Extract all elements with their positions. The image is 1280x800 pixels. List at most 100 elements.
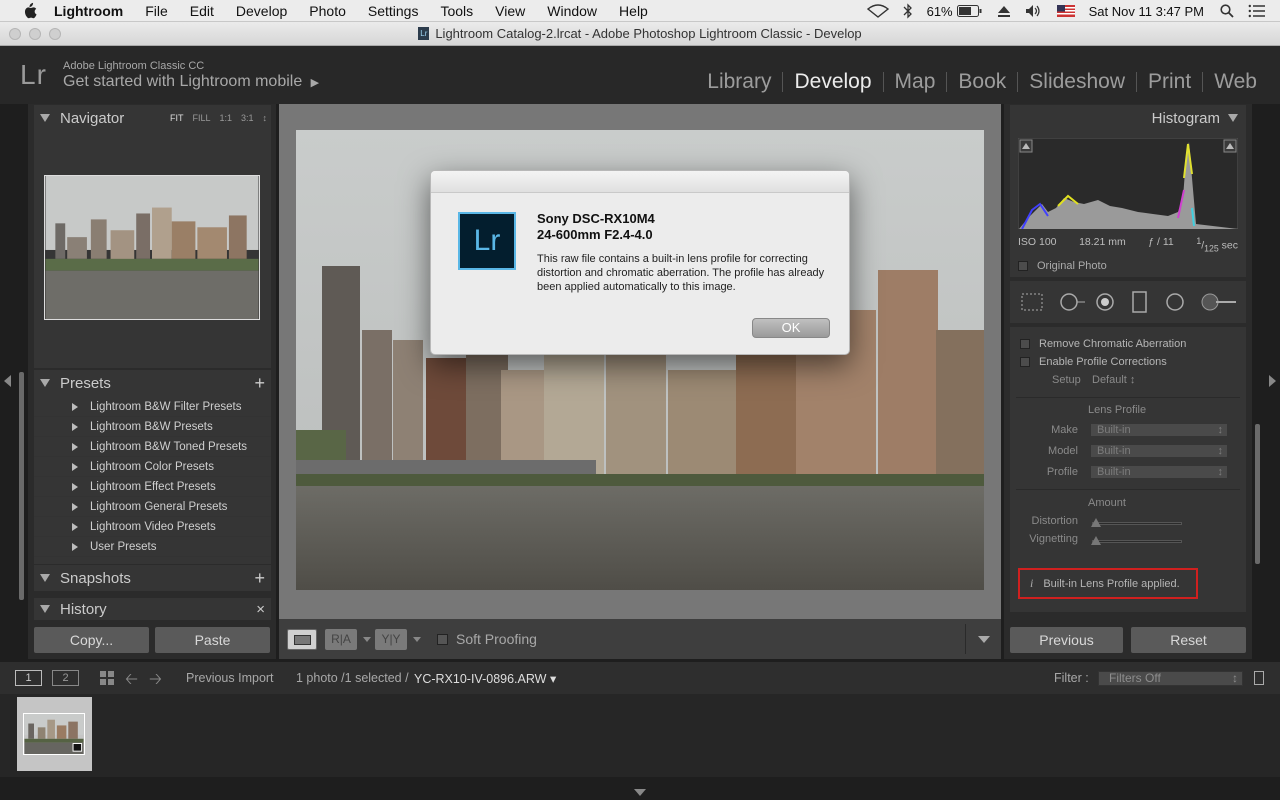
dropdown-arrow-icon[interactable]: [413, 637, 421, 642]
enable-profile-label[interactable]: Enable Profile Corrections: [1039, 356, 1167, 368]
filter-select[interactable]: Filters Off ↕: [1098, 671, 1243, 686]
preset-folder[interactable]: Lightroom Color Presets: [34, 457, 271, 477]
menu-help[interactable]: Help: [619, 3, 648, 19]
filename[interactable]: YC-RX10-IV-0896.ARW: [414, 672, 546, 686]
primary-window-button[interactable]: 1: [15, 670, 42, 686]
notification-center-icon[interactable]: [1248, 4, 1266, 18]
zoom-3-1[interactable]: 3:1: [241, 113, 254, 123]
loupe-view-button[interactable]: [287, 629, 317, 650]
copy-settings-button[interactable]: Copy...: [34, 627, 149, 653]
select-stepper-icon[interactable]: ↕: [1232, 672, 1238, 685]
preset-folder-label[interactable]: User Presets: [90, 541, 156, 553]
add-snapshot-icon[interactable]: +: [254, 568, 265, 589]
select-stepper-icon[interactable]: ↕: [1218, 466, 1224, 478]
source-label[interactable]: Previous Import: [186, 671, 274, 685]
menu-view[interactable]: View: [495, 3, 525, 19]
make-value[interactable]: Built-in: [1097, 424, 1131, 436]
original-photo-toggle[interactable]: Original Photo: [1018, 260, 1107, 272]
us-flag-icon[interactable]: [1056, 5, 1075, 17]
back-arrow-icon[interactable]: 🡠: [125, 668, 138, 695]
wifi-icon[interactable]: [866, 4, 889, 18]
before-after-left-right-button[interactable]: R|A: [325, 629, 357, 650]
filter-value[interactable]: Filters Off: [1109, 671, 1161, 685]
preset-folder[interactable]: User Presets: [34, 537, 271, 557]
zoom-fill[interactable]: FILL: [192, 113, 210, 123]
menu-photo[interactable]: Photo: [309, 3, 346, 19]
soft-proofing-checkbox[interactable]: [437, 634, 448, 645]
filename-dropdown[interactable]: YC-RX10-IV-0896.ARW ▾: [414, 671, 556, 686]
dialog-title-bar[interactable]: [431, 171, 849, 193]
navigator-preview-image[interactable]: [44, 175, 260, 320]
mobile-promo-text[interactable]: Get started with Lightroom mobile: [63, 73, 302, 90]
radial-filter-tool-icon[interactable]: [1164, 292, 1186, 312]
graduated-filter-tool-icon[interactable]: [1130, 290, 1150, 314]
original-photo-checkbox[interactable]: [1018, 261, 1028, 272]
collapse-triangle-icon[interactable]: [1228, 114, 1238, 122]
menu-window[interactable]: Window: [547, 3, 597, 19]
before-after-top-bottom-button[interactable]: Y|Y: [375, 629, 407, 650]
menu-edit[interactable]: Edit: [190, 3, 214, 19]
battery-icon[interactable]: [956, 5, 983, 17]
zoom-1-1[interactable]: 1:1: [219, 113, 232, 123]
collapse-left-panel-arrow[interactable]: [4, 375, 11, 387]
preset-folder-label[interactable]: Lightroom B&W Presets: [90, 421, 213, 433]
enable-profile-row[interactable]: Enable Profile Corrections: [1020, 356, 1167, 368]
select-stepper-icon[interactable]: ↕: [1218, 445, 1224, 457]
collapse-triangle-icon[interactable]: [40, 574, 50, 582]
zoom-fit[interactable]: FIT: [170, 113, 184, 123]
minimize-window-button[interactable]: [29, 28, 41, 40]
module-develop[interactable]: Develop: [783, 70, 882, 94]
select-stepper-icon[interactable]: ↕: [1218, 424, 1224, 436]
filter-lock-icon[interactable]: [1254, 671, 1264, 685]
menu-develop[interactable]: Develop: [236, 3, 287, 19]
module-map[interactable]: Map: [884, 70, 947, 94]
volume-icon[interactable]: [1025, 4, 1043, 18]
filmstrip-cell-selected[interactable]: [17, 697, 92, 771]
red-eye-tool-icon[interactable]: [1094, 292, 1116, 312]
histogram-graph[interactable]: [1018, 138, 1238, 229]
clock[interactable]: Sat Nov 11 3:47 PM: [1089, 4, 1204, 19]
slider-thumb[interactable]: [1091, 518, 1101, 527]
module-slideshow[interactable]: Slideshow: [1018, 70, 1136, 94]
module-book[interactable]: Book: [947, 70, 1017, 94]
vignetting-slider[interactable]: [1091, 536, 1182, 545]
spot-removal-tool-icon[interactable]: [1058, 292, 1086, 312]
model-select[interactable]: Built-in ↕: [1090, 444, 1228, 458]
history-header[interactable]: History ×: [34, 598, 271, 620]
toolbar-content-dropdown[interactable]: [965, 624, 1001, 654]
preset-folder-label[interactable]: Lightroom Effect Presets: [90, 481, 216, 493]
profile-select[interactable]: Built-in ↕: [1090, 465, 1228, 479]
ok-button[interactable]: OK: [752, 318, 830, 338]
remove-ca-row[interactable]: Remove Chromatic Aberration: [1020, 338, 1186, 350]
profile-value[interactable]: Built-in: [1097, 466, 1131, 478]
collapse-filmstrip-arrow[interactable]: [634, 789, 646, 796]
dropdown-arrow-icon[interactable]: [363, 637, 371, 642]
module-library[interactable]: Library: [696, 70, 782, 94]
paste-settings-button[interactable]: Paste: [155, 627, 270, 653]
secondary-window-button[interactable]: 2: [52, 670, 79, 686]
close-window-button[interactable]: [9, 28, 21, 40]
snapshots-header[interactable]: Snapshots +: [34, 565, 271, 591]
zoom-dropdown-icon[interactable]: ↕: [263, 113, 268, 123]
zoom-window-button[interactable]: [49, 28, 61, 40]
reset-button[interactable]: Reset: [1131, 627, 1246, 653]
collapse-right-panel-arrow[interactable]: [1269, 375, 1276, 387]
collapse-triangle-icon[interactable]: [40, 379, 50, 387]
play-arrow-icon[interactable]: ▶: [311, 77, 319, 89]
original-photo-label[interactable]: Original Photo: [1037, 260, 1107, 272]
mobile-promo-link[interactable]: Get started with Lightroom mobile ▶: [63, 73, 319, 91]
navigator-header[interactable]: Navigator FIT FILL 1:1 3:1 ↕: [34, 105, 271, 131]
right-scrollbar[interactable]: [1255, 424, 1260, 564]
forward-arrow-icon[interactable]: 🡢: [149, 668, 162, 695]
preset-folder[interactable]: Lightroom B&W Filter Presets: [34, 397, 271, 417]
eject-icon[interactable]: [997, 5, 1011, 18]
model-value[interactable]: Built-in: [1097, 445, 1131, 457]
menu-settings[interactable]: Settings: [368, 3, 419, 19]
grid-view-icon[interactable]: [100, 671, 115, 686]
remove-ca-checkbox[interactable]: [1020, 339, 1030, 350]
bluetooth-icon[interactable]: [903, 3, 913, 19]
presets-header[interactable]: Presets +: [34, 370, 271, 396]
add-preset-icon[interactable]: +: [254, 373, 265, 394]
spotlight-search-icon[interactable]: [1220, 4, 1234, 18]
module-print[interactable]: Print: [1137, 70, 1202, 94]
